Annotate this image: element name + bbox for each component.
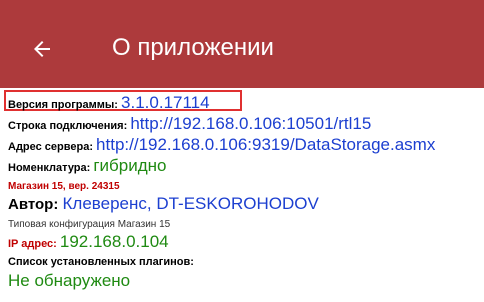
app-bar: О приложении: [0, 0, 484, 88]
store-version: Магазин 15, вер. 24315: [8, 181, 120, 192]
ip-value: 192.168.0.104: [59, 232, 169, 251]
plugins-value: Не обнаружено: [8, 271, 131, 290]
connection-label: Строка подключения:: [8, 120, 131, 132]
plugins-value-row: Не обнаружено: [8, 270, 484, 291]
nomenclature-row: Номенклатура: гибридно: [8, 155, 484, 176]
ip-label: IP адрес:: [8, 238, 60, 250]
plugins-label-row: Список установленных плагинов:: [8, 252, 484, 270]
page-title: О приложении: [112, 34, 274, 61]
author-value: Клеверенс, DT-ESKOROHODOV: [62, 194, 319, 213]
store-version-row: Магазин 15, вер. 24315: [8, 176, 484, 193]
connection-row: Строка подключения: http://192.168.0.106…: [8, 113, 484, 134]
config-text: Типовая конфигурация Магазин 15: [8, 219, 171, 230]
ip-row: IP адрес: 192.168.0.104: [8, 231, 484, 252]
version-row: Версия программы: 3.1.0.17114: [8, 92, 484, 113]
config-row: Типовая конфигурация Магазин 15: [8, 214, 484, 231]
nomenclature-label: Номенклатура:: [8, 162, 94, 174]
server-label: Адрес сервера:: [8, 141, 97, 153]
about-content: Версия программы: 3.1.0.17114 Строка под…: [8, 92, 484, 291]
server-value: http://192.168.0.106:9319/DataStorage.as…: [96, 135, 436, 154]
author-label: Автор:: [8, 196, 63, 213]
plugins-label: Список установленных плагинов:: [8, 256, 194, 268]
version-value: 3.1.0.17114: [121, 93, 210, 112]
connection-value: http://192.168.0.106:10501/rtl15: [130, 114, 372, 133]
arrow-left-icon[interactable]: [30, 37, 54, 61]
version-label: Версия программы:: [8, 99, 122, 111]
server-row: Адрес сервера: http://192.168.0.106:9319…: [8, 134, 484, 155]
nomenclature-value: гибридно: [93, 156, 167, 175]
author-row: Автор: Клеверенс, DT-ESKOROHODOV: [8, 193, 484, 214]
